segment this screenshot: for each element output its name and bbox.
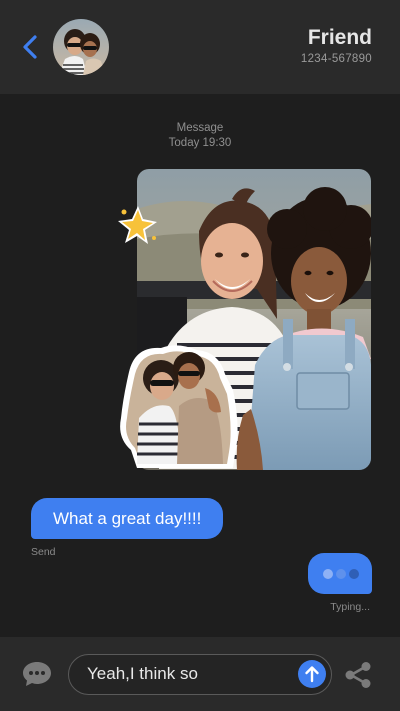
message-timestamp: Message Today 19:30 — [0, 121, 400, 151]
stamp-time: Today 19:30 — [168, 137, 232, 149]
typing-indicator — [308, 553, 372, 594]
typing-dot — [323, 569, 333, 579]
share-icon — [345, 662, 371, 688]
header-bar: Friend 1234-567890 — [0, 0, 400, 94]
typing-dot — [349, 569, 359, 579]
chevron-left-icon — [23, 35, 37, 59]
contact-phone: 1234-567890 — [300, 53, 372, 65]
send-button[interactable] — [298, 660, 326, 688]
stamp-label: Message — [176, 122, 224, 134]
chat-bubble-icon — [23, 662, 51, 686]
message-input[interactable] — [87, 655, 287, 693]
sent-message-bubble[interactable]: What a great day!!!! — [31, 498, 224, 539]
sparkle-sticker-icon — [118, 206, 157, 244]
typing-dot — [336, 569, 346, 579]
avatar[interactable] — [53, 19, 109, 75]
contact-name: Friend — [307, 26, 372, 49]
share-button[interactable] — [342, 659, 374, 691]
photo-sticker — [120, 345, 238, 468]
send-status: Send — [31, 546, 56, 558]
arrow-up-icon — [305, 666, 319, 683]
chat-options-button[interactable] — [21, 660, 53, 688]
back-button[interactable] — [16, 30, 46, 64]
message-field — [68, 654, 332, 695]
typing-status: Typing... — [330, 601, 370, 613]
chat-screen: Friend 1234-567890 Message Today 19:30 W… — [0, 0, 400, 711]
